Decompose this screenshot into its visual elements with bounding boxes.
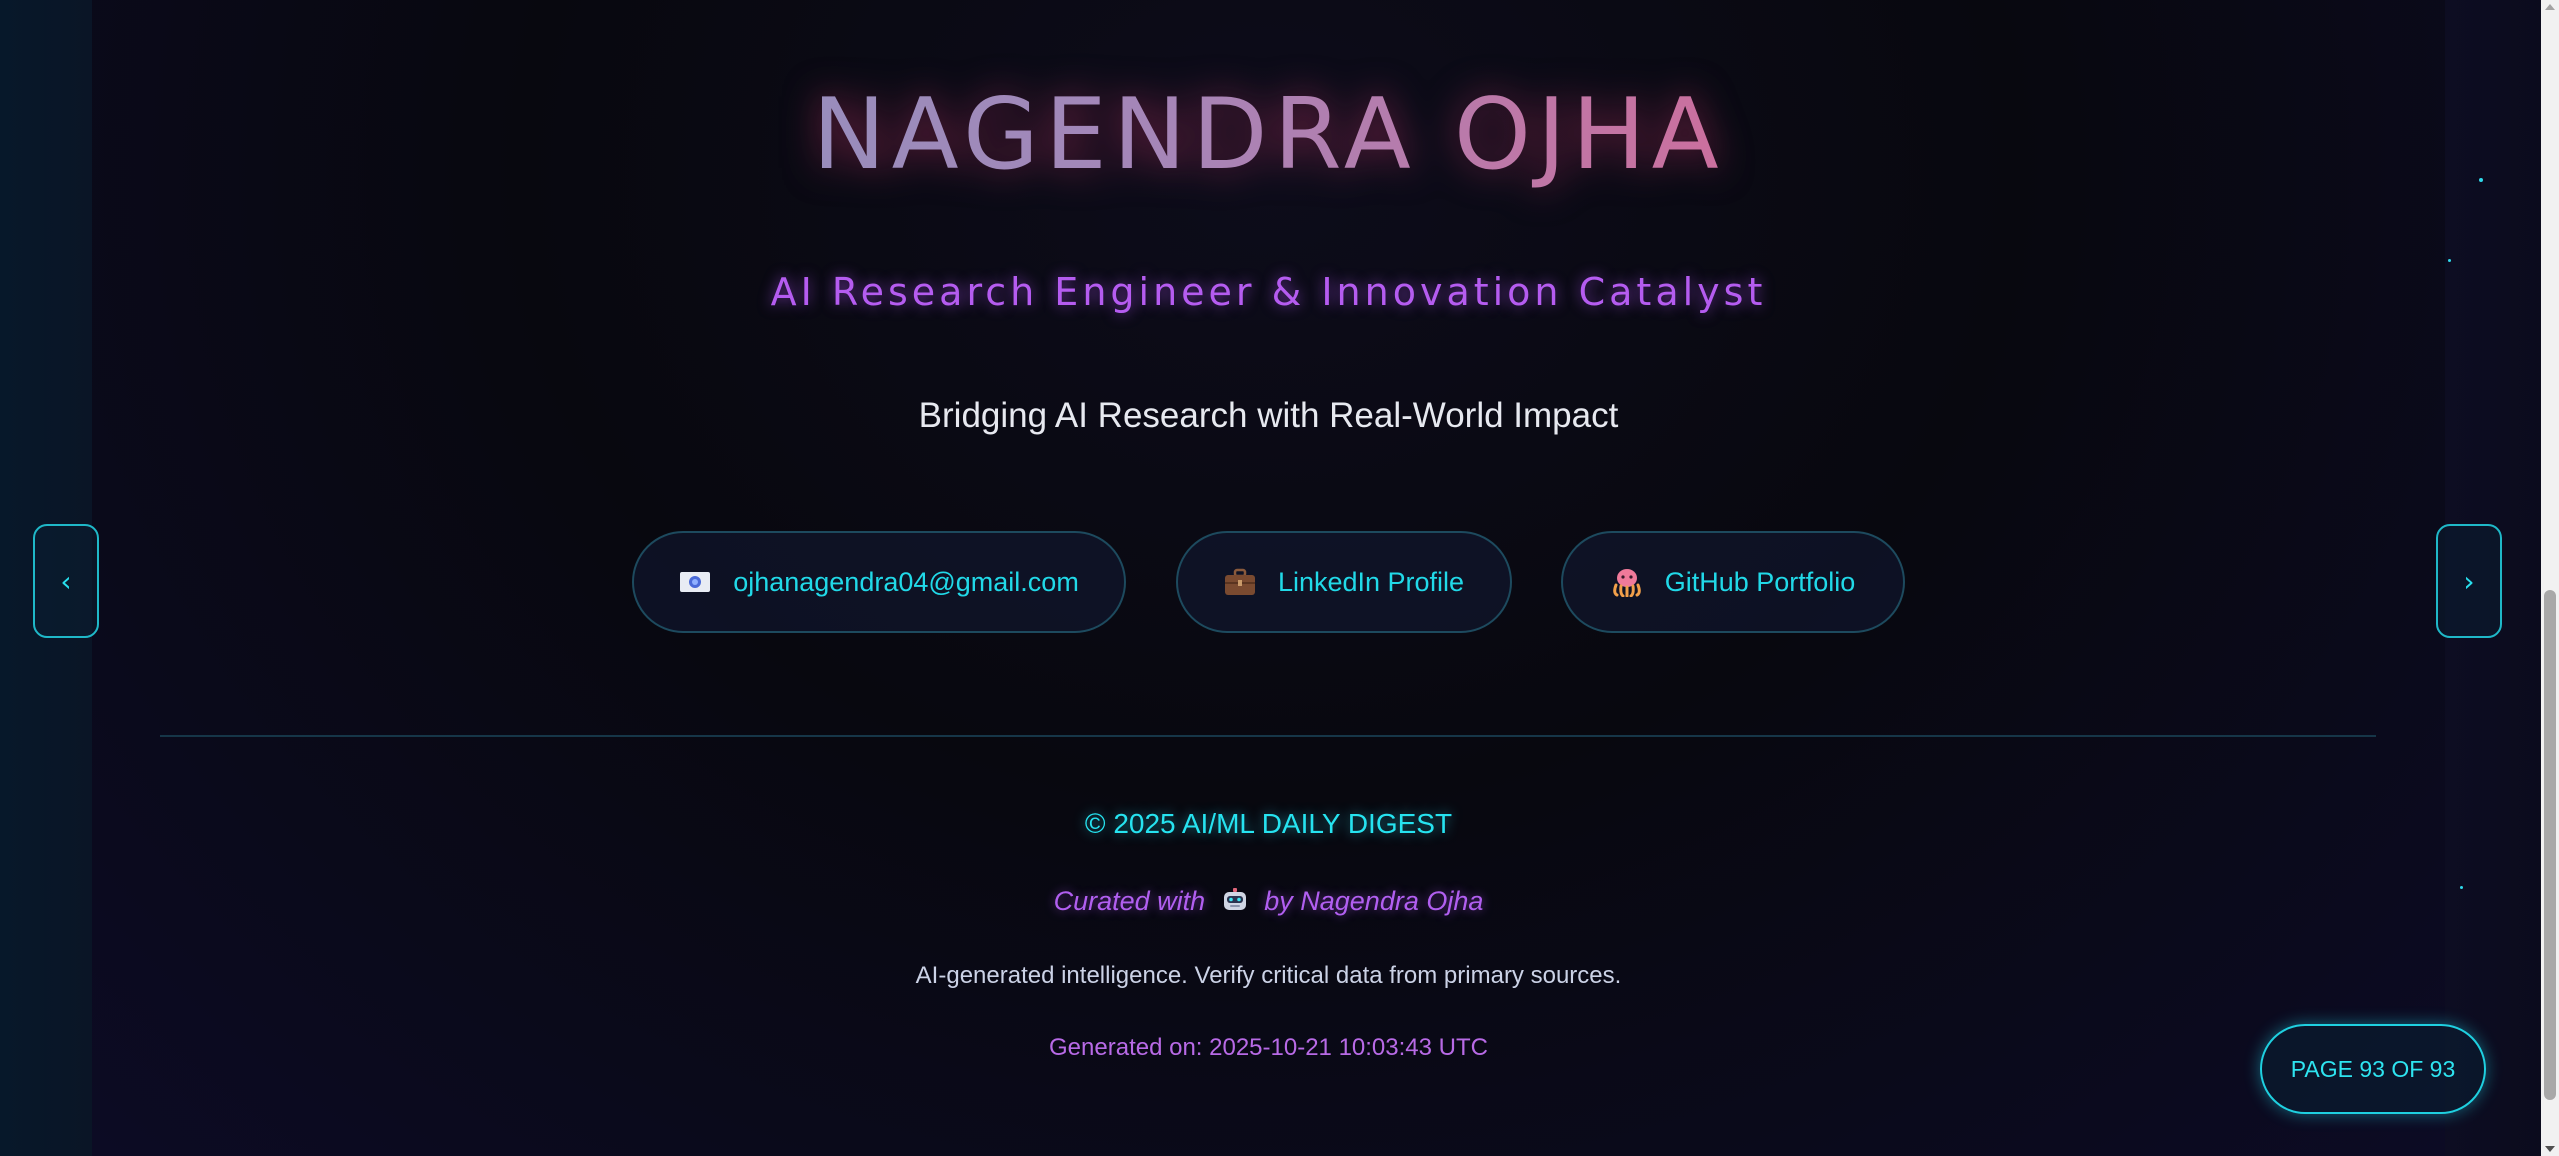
section-divider <box>160 735 2376 737</box>
footer-generated-timestamp: Generated on: 2025-10-21 10:03:43 UTC <box>1049 1034 1488 1061</box>
robot-icon <box>1221 886 1249 914</box>
vertical-scrollbar[interactable] <box>2541 0 2559 1156</box>
email-icon <box>679 568 711 596</box>
page-subtitle: AI Research Engineer & Innovation Cataly… <box>770 270 1767 314</box>
page-tagline: Bridging AI Research with Real-World Imp… <box>918 396 1619 435</box>
main-content: NAGENDRA OJHA AI Research Engineer & Inn… <box>92 0 2445 1156</box>
github-link-label: GitHub Portfolio <box>1664 566 1856 597</box>
scroll-up-arrow-icon[interactable] <box>2545 4 2555 10</box>
footer-copyright: © 2025 AI/ML DAILY DIGEST <box>1084 808 1453 839</box>
scrollbar-thumb[interactable] <box>2544 590 2556 1100</box>
linkedin-link-label: LinkedIn Profile <box>1277 566 1465 597</box>
curated-suffix: by Nagendra Ojha <box>1264 886 1484 916</box>
scroll-down-arrow-icon[interactable] <box>2545 1146 2555 1152</box>
previous-page-button[interactable]: ‹ <box>33 524 99 638</box>
chevron-right-icon: › <box>2463 564 2475 598</box>
email-link-label: ojhanagendra04@gmail.com <box>733 566 1079 597</box>
page-viewport: NAGENDRA OJHA AI Research Engineer & Inn… <box>0 0 2541 1156</box>
chevron-left-icon: ‹ <box>60 564 72 598</box>
linkedin-link[interactable]: LinkedIn Profile <box>1176 531 1512 633</box>
star-particle <box>2448 259 2451 262</box>
curated-prefix: Curated with <box>1053 886 1206 916</box>
star-particle <box>2460 886 2463 889</box>
page-indicator: PAGE 93 OF 93 <box>2260 1024 2486 1114</box>
footer-curated: Curated with by Nagendra Ojha <box>92 886 2445 917</box>
next-page-button[interactable]: › <box>2436 524 2502 638</box>
star-particle <box>2479 178 2483 182</box>
footer-disclaimer: AI-generated intelligence. Verify critic… <box>915 962 1622 989</box>
page-title: NAGENDRA OJHA <box>92 78 2445 192</box>
github-link[interactable]: GitHub Portfolio <box>1561 531 1905 633</box>
briefcase-icon <box>1224 568 1256 596</box>
octopus-icon <box>1611 568 1643 597</box>
email-link[interactable]: ojhanagendra04@gmail.com <box>632 531 1126 633</box>
